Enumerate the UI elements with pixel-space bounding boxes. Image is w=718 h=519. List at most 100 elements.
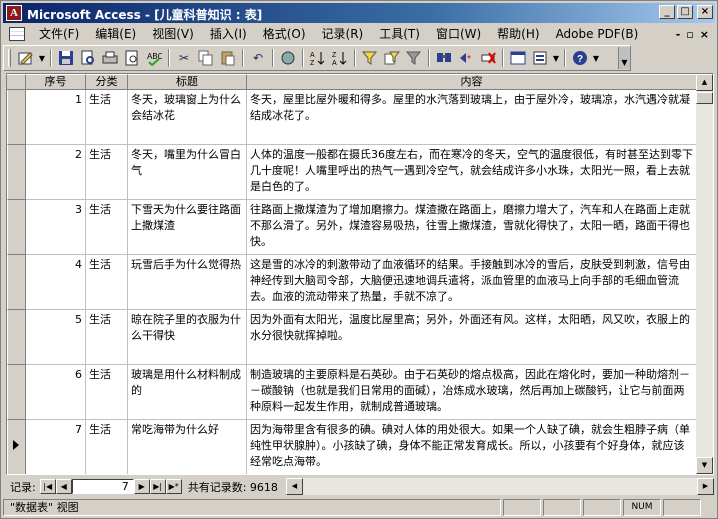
record-selector[interactable]: [7, 420, 26, 474]
previous-record-icon[interactable]: ◀: [55, 479, 72, 494]
menu-help[interactable]: 帮助(H): [489, 25, 547, 43]
resize-grip[interactable]: [701, 499, 715, 516]
find-icon[interactable]: [433, 47, 455, 69]
database-window-icon[interactable]: [507, 47, 529, 69]
table-row[interactable]: 2 生活 冬天，嘴里为什么冒白气 人体的温度一般都在摄氏36度左右，而在寒冷的冬天，空…: [7, 145, 697, 200]
column-header-category[interactable]: 分类: [86, 74, 128, 90]
select-all-corner[interactable]: [7, 74, 26, 90]
menu-records[interactable]: 记录(R): [314, 25, 372, 43]
cell-id[interactable]: 6: [26, 365, 86, 420]
doc-minimize-icon[interactable]: -: [676, 28, 681, 41]
first-record-icon[interactable]: |◀: [39, 479, 56, 494]
menu-edit[interactable]: 编辑(E): [87, 25, 144, 43]
record-selector[interactable]: [7, 365, 26, 420]
sort-ascending-icon[interactable]: AZ: [307, 47, 329, 69]
menu-format[interactable]: 格式(O): [255, 25, 314, 43]
new-object-icon[interactable]: [529, 47, 551, 69]
table-row[interactable]: 1 生活 冬天，玻璃窗上为什么会结冰花 冬天，屋里比屋外暖和得多。屋里的水汽落到玻璃上…: [7, 90, 697, 145]
scroll-down-icon[interactable]: ▼: [696, 457, 713, 474]
scroll-right-icon[interactable]: ▶: [697, 478, 714, 495]
cell-title[interactable]: 下雪天为什么要往路面上撒煤渣: [128, 200, 247, 255]
sort-descending-icon[interactable]: ZA: [329, 47, 351, 69]
new-object-dropdown-icon[interactable]: ▼: [551, 47, 561, 69]
record-selector[interactable]: [7, 145, 26, 200]
toolbar-grip[interactable]: [8, 49, 11, 67]
cell-title[interactable]: 玻璃是用什么材料制成的: [128, 365, 247, 420]
minimize-icon[interactable]: _: [659, 5, 675, 19]
cell-content[interactable]: 因为外面有太阳光，温度比屋里高；另外，外面还有风。这样，太阳晒，风又吹，衣服上的…: [247, 310, 697, 365]
cell-category[interactable]: 生活: [86, 200, 128, 255]
menu-insert[interactable]: 插入(I): [202, 25, 255, 43]
insert-hyperlink-icon[interactable]: [277, 47, 299, 69]
vertical-scrollbar[interactable]: ▲ ▼: [696, 74, 713, 474]
cell-title[interactable]: 冬天，玻璃窗上为什么会结冰花: [128, 90, 247, 145]
next-record-icon[interactable]: ▶: [133, 479, 150, 494]
cell-title[interactable]: 玩雪后手为什么觉得热: [128, 255, 247, 310]
cell-id[interactable]: 7: [26, 420, 86, 474]
menu-window[interactable]: 窗口(W): [428, 25, 489, 43]
view-dropdown-icon[interactable]: ▼: [37, 47, 47, 69]
help-icon[interactable]: ?: [569, 47, 591, 69]
cell-id[interactable]: 5: [26, 310, 86, 365]
cell-content[interactable]: 因为海带里含有很多的碘。碘对人体的用处很大。如果一个人缺了碘，就会生粗脖子病（单…: [247, 420, 697, 474]
filter-by-form-icon[interactable]: [381, 47, 403, 69]
spelling-icon[interactable]: ABC: [143, 47, 165, 69]
scroll-left-icon[interactable]: ◀: [285, 478, 303, 495]
cell-category[interactable]: 生活: [86, 145, 128, 200]
cell-id[interactable]: 4: [26, 255, 86, 310]
paste-icon[interactable]: [217, 47, 239, 69]
cell-title[interactable]: 常吃海带为什么好: [128, 420, 247, 474]
cell-category[interactable]: 生活: [86, 310, 128, 365]
cell-content[interactable]: 这是雪的冰冷的刺激带动了血液循环的结果。手接触到冰冷的雪后，皮肤受到刺激，信号由…: [247, 255, 697, 310]
cell-id[interactable]: 1: [26, 90, 86, 145]
current-record-input[interactable]: 7: [71, 479, 134, 494]
record-selector[interactable]: [7, 310, 26, 365]
menu-tools[interactable]: 工具(T): [371, 25, 428, 43]
cell-title[interactable]: 晾在院子里的衣服为什么干得快: [128, 310, 247, 365]
new-record-nav-icon[interactable]: ▶*: [165, 479, 182, 494]
toolbar-options-icon[interactable]: ▼: [618, 47, 630, 69]
close-icon[interactable]: ×: [697, 5, 713, 19]
record-selector[interactable]: [7, 255, 26, 310]
cell-content[interactable]: 冬天，屋里比屋外暖和得多。屋里的水汽落到玻璃上，由于屋外冷，玻璃凉，水汽遇冷就凝…: [247, 90, 697, 145]
horizontal-scrollbar[interactable]: ◀ ▶: [285, 478, 714, 495]
doc-close-icon[interactable]: ×: [700, 28, 709, 41]
record-selector[interactable]: [7, 90, 26, 145]
column-header-id[interactable]: 序号: [26, 74, 86, 90]
table-row[interactable]: 5 生活 晾在院子里的衣服为什么干得快 因为外面有太阳光，温度比屋里高；另外，外面还有…: [7, 310, 697, 365]
table-document-icon[interactable]: [9, 27, 25, 41]
cell-id[interactable]: 3: [26, 200, 86, 255]
table-row[interactable]: 7 生活 常吃海带为什么好 因为海带里含有很多的碘。碘对人体的用处很大。如果一个人缺了…: [7, 420, 697, 474]
undo-icon[interactable]: ↶: [247, 47, 269, 69]
table-row[interactable]: 3 生活 下雪天为什么要往路面上撒煤渣 往路面上撒煤渣为了增加磨擦力。煤渣撒在路面上，…: [7, 200, 697, 255]
help-dropdown-icon[interactable]: ▼: [591, 47, 601, 69]
record-selector[interactable]: [7, 200, 26, 255]
search-file-icon[interactable]: [77, 47, 99, 69]
cell-id[interactable]: 2: [26, 145, 86, 200]
maximize-icon[interactable]: □: [677, 5, 693, 19]
filter-by-selection-icon[interactable]: [359, 47, 381, 69]
column-header-content[interactable]: 内容: [247, 74, 697, 90]
scroll-thumb[interactable]: [696, 92, 713, 104]
doc-restore-icon[interactable]: ▫: [686, 28, 693, 41]
last-record-icon[interactable]: ▶|: [149, 479, 166, 494]
new-record-icon[interactable]: *: [455, 47, 477, 69]
menu-adobe-pdf[interactable]: Adobe PDF(B): [548, 25, 647, 43]
cell-category[interactable]: 生活: [86, 365, 128, 420]
cell-category[interactable]: 生活: [86, 255, 128, 310]
save-icon[interactable]: [55, 47, 77, 69]
cell-content[interactable]: 人体的温度一般都在摄氏36度左右，而在寒冷的冬天，空气的温度很低，有时甚至达到零…: [247, 145, 697, 200]
delete-record-icon[interactable]: [477, 47, 499, 69]
menu-file[interactable]: 文件(F): [31, 25, 87, 43]
menu-view[interactable]: 视图(V): [144, 25, 202, 43]
column-header-title[interactable]: 标题: [128, 74, 247, 90]
cell-category[interactable]: 生活: [86, 90, 128, 145]
cut-icon[interactable]: ✂: [173, 47, 195, 69]
cell-title[interactable]: 冬天，嘴里为什么冒白气: [128, 145, 247, 200]
table-row[interactable]: 6 生活 玻璃是用什么材料制成的 制造玻璃的主要原料是石英砂。由于石英砂的熔点极高，因…: [7, 365, 697, 420]
scroll-up-icon[interactable]: ▲: [696, 74, 713, 91]
print-preview-icon[interactable]: [121, 47, 143, 69]
apply-filter-icon[interactable]: [403, 47, 425, 69]
access-app-icon[interactable]: A: [6, 5, 22, 21]
design-view-icon[interactable]: [15, 47, 37, 69]
